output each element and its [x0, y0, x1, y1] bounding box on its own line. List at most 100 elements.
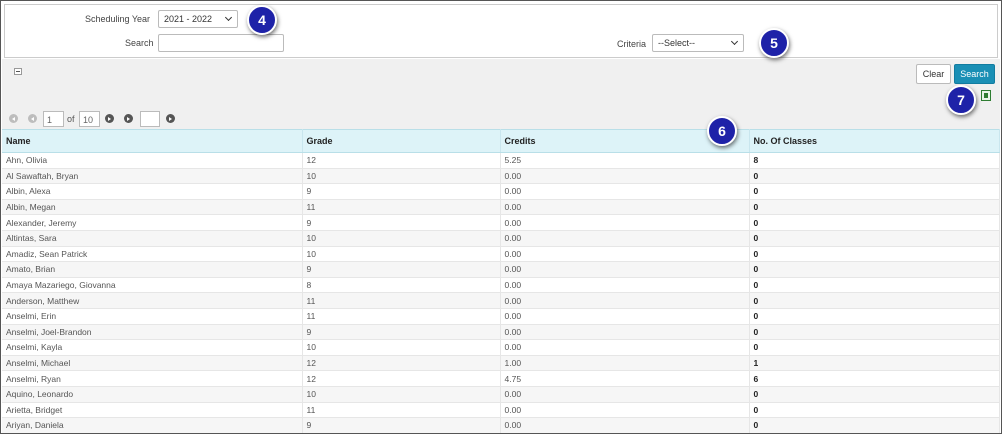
grade-cell: 9	[302, 324, 501, 341]
classes-cell: 0	[749, 183, 1000, 200]
credits-cell: 0.00	[500, 277, 750, 294]
grade-cell: 12	[302, 355, 501, 372]
classes-cell: 1	[749, 355, 1000, 372]
table-row[interactable]: Amadiz, Sean Patrick 10 0.00 0	[2, 246, 1000, 263]
table-row[interactable]: Anselmi, Ryan 12 4.75 6	[2, 370, 1000, 387]
student-name: Anderson, Matthew	[2, 292, 303, 309]
credits-cell: 0.00	[500, 324, 750, 341]
go-page-icon[interactable]	[166, 114, 175, 123]
table-row[interactable]: Anselmi, Kayla 10 0.00 0	[2, 339, 1000, 356]
table-row[interactable]: Anselmi, Erin 11 0.00 0	[2, 308, 1000, 325]
search-input[interactable]	[158, 34, 284, 52]
classes-cell: 8	[749, 152, 1000, 169]
credits-cell: 4.75	[500, 370, 750, 387]
table-row[interactable]: Amaya Mazariego, Giovanna 8 0.00 0	[2, 277, 1000, 294]
credits-cell: 0.00	[500, 246, 750, 263]
grade-cell: 11	[302, 292, 501, 309]
student-name: Amadiz, Sean Patrick	[2, 246, 303, 263]
classes-cell: 0	[749, 168, 1000, 185]
page-of-label: of	[67, 114, 75, 124]
student-name: Aquino, Leonardo	[2, 386, 303, 403]
classes-cell: 0	[749, 308, 1000, 325]
student-name: Ariyan, Daniela	[2, 417, 303, 433]
column-header-name[interactable]: Name	[2, 129, 303, 153]
collapse-icon[interactable]	[14, 68, 22, 75]
table-row[interactable]: Anderson, Matthew 11 0.00 0	[2, 292, 1000, 309]
table-body: Ahn, Olivia 12 5.25 8 Al Sawaftah, Bryan 10 0.…	[2, 152, 1000, 433]
classes-cell: 0	[749, 386, 1000, 403]
grade-cell: 10	[302, 339, 501, 356]
criteria-select[interactable]: --Select--	[652, 34, 744, 52]
table-row[interactable]: Ariyan, Daniela 9 0.00 0	[2, 417, 1000, 433]
criteria-label: Criteria	[617, 39, 647, 49]
student-name: Amaya Mazariego, Giovanna	[2, 277, 303, 294]
page-jump-input[interactable]	[140, 111, 160, 127]
prev-page-icon[interactable]	[28, 114, 37, 123]
classes-cell: 0	[749, 402, 1000, 419]
grade-cell: 10	[302, 168, 501, 185]
scheduling-year-label: Scheduling Year	[85, 14, 151, 24]
scheduling-year-select[interactable]: 2021 - 2022	[158, 10, 238, 28]
search-label: Search	[125, 38, 154, 48]
excel-export-icon[interactable]	[981, 90, 991, 101]
student-name: Anselmi, Kayla	[2, 339, 303, 356]
credits-cell: 5.25	[500, 152, 750, 169]
student-name: Amato, Brian	[2, 261, 303, 278]
table-row[interactable]: Arietta, Bridget 11 0.00 0	[2, 402, 1000, 419]
grade-cell: 10	[302, 230, 501, 247]
last-page-icon[interactable]	[124, 114, 133, 123]
student-name: Albin, Alexa	[2, 183, 303, 200]
scheduling-year-value: 2021 - 2022	[164, 14, 213, 24]
credits-cell: 0.00	[500, 183, 750, 200]
app-frame: Scheduling Year 2021 - 2022 Search Crite…	[0, 0, 1002, 434]
credits-cell: 0.00	[500, 386, 750, 403]
table-row[interactable]: Alexander, Jeremy 9 0.00 0	[2, 214, 1000, 231]
callout-marker: 5	[759, 28, 789, 58]
table-row[interactable]: Amato, Brian 9 0.00 0	[2, 261, 1000, 278]
student-name: Anselmi, Michael	[2, 355, 303, 372]
credits-cell: 0.00	[500, 261, 750, 278]
student-name: Alexander, Jeremy	[2, 214, 303, 231]
chevron-down-icon	[730, 37, 739, 46]
search-button[interactable]: Search	[954, 64, 995, 84]
student-name: Anselmi, Joel-Brandon	[2, 324, 303, 341]
pager: 1 of 10	[8, 111, 308, 127]
credits-cell: 0.00	[500, 214, 750, 231]
table-header-row: Name Grade Credits No. Of Classes	[2, 129, 1000, 153]
credits-cell: 0.00	[500, 402, 750, 419]
student-name: Arietta, Bridget	[2, 402, 303, 419]
table-row[interactable]: Al Sawaftah, Bryan 10 0.00 0	[2, 168, 1000, 185]
student-name: Ahn, Olivia	[2, 152, 303, 169]
grade-cell: 8	[302, 277, 501, 294]
criteria-value: --Select--	[658, 38, 696, 48]
table-row[interactable]: Albin, Alexa 9 0.00 0	[2, 183, 1000, 200]
grade-cell: 10	[302, 386, 501, 403]
classes-cell: 0	[749, 277, 1000, 294]
total-pages: 10	[79, 111, 100, 127]
table-row[interactable]: Ahn, Olivia 12 5.25 8	[2, 152, 1000, 169]
table-row[interactable]: Anselmi, Michael 12 1.00 1	[2, 355, 1000, 372]
next-page-icon[interactable]	[105, 114, 114, 123]
classes-cell: 0	[749, 230, 1000, 247]
credits-cell: 0.00	[500, 199, 750, 216]
table-row[interactable]: Albin, Megan 11 0.00 0	[2, 199, 1000, 216]
grade-cell: 12	[302, 370, 501, 387]
clear-button[interactable]: Clear	[916, 64, 951, 84]
first-page-icon[interactable]	[9, 114, 18, 123]
page-number-input[interactable]: 1	[43, 111, 64, 127]
column-header-classes[interactable]: No. Of Classes	[749, 129, 1000, 153]
credits-cell: 0.00	[500, 230, 750, 247]
classes-cell: 0	[749, 417, 1000, 433]
classes-cell: 0	[749, 246, 1000, 263]
chevron-down-icon	[224, 13, 233, 22]
classes-cell: 0	[749, 339, 1000, 356]
table-row[interactable]: Anselmi, Joel-Brandon 9 0.00 0	[2, 324, 1000, 341]
table-row[interactable]: Altintas, Sara 10 0.00 0	[2, 230, 1000, 247]
column-header-grade[interactable]: Grade	[302, 129, 501, 153]
table-row[interactable]: Aquino, Leonardo 10 0.00 0	[2, 386, 1000, 403]
callout-marker: 6	[707, 116, 737, 146]
grade-cell: 9	[302, 214, 501, 231]
grade-cell: 11	[302, 402, 501, 419]
student-name: Anselmi, Ryan	[2, 370, 303, 387]
grade-cell: 10	[302, 246, 501, 263]
